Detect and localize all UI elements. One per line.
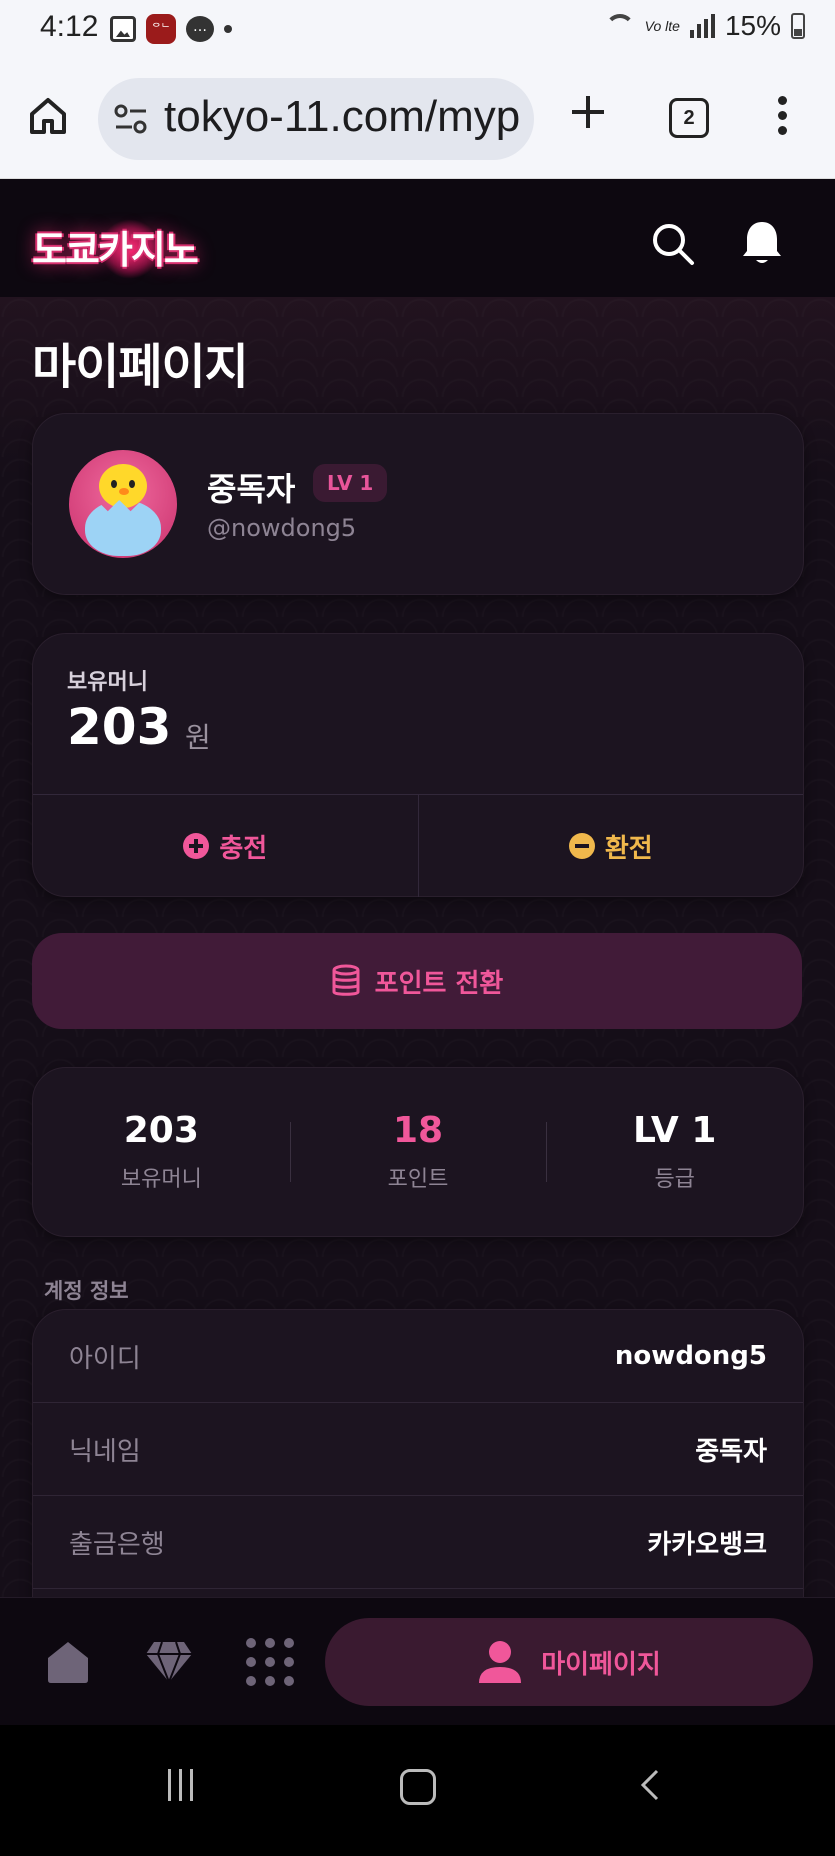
stat-label: 보유머니	[120, 1167, 202, 1192]
balance-label: 보유머니	[67, 670, 148, 695]
nav-mypage-button[interactable]: 마이페이지	[325, 1618, 813, 1706]
balance-actions: 충전 환전	[33, 794, 803, 897]
site-logo[interactable]: 도쿄카지노	[32, 219, 199, 274]
site-header: 도쿄카지노	[0, 179, 835, 297]
info-key: 아이디	[69, 1343, 141, 1374]
deposit-label: 충전	[219, 833, 268, 864]
point-convert-label: 포인트 전환	[374, 968, 504, 999]
info-row-bank: 출금은행 카카오뱅크	[33, 1496, 803, 1589]
recents-icon[interactable]	[168, 1769, 198, 1803]
mypage-content: 마이페이지 중독자 LV 1 @nowdong5 보유머니 203 원 충전 환…	[0, 297, 835, 1651]
stat-label: 포인트	[387, 1167, 449, 1192]
database-icon	[332, 964, 360, 996]
withdraw-button[interactable]: 환전	[417, 795, 804, 897]
battery-icon	[791, 13, 805, 39]
address-bar[interactable]: tokyo-11.com/myp	[98, 78, 534, 160]
info-key: 닉네임	[69, 1436, 141, 1467]
balance-unit: 원	[185, 721, 211, 754]
bell-icon[interactable]	[740, 219, 784, 267]
profile-card: 중독자 LV 1 @nowdong5	[32, 413, 804, 595]
info-row-nickname: 닉네임 중독자	[33, 1403, 803, 1496]
stat-balance: 203 보유머니	[33, 1068, 290, 1236]
egg-icon	[85, 500, 161, 556]
stat-label: 등급	[654, 1167, 695, 1192]
system-status: Vo lte 15%	[604, 10, 805, 42]
android-home-icon[interactable]	[400, 1769, 436, 1805]
plus-circle-icon	[183, 833, 210, 859]
gallery-icon	[110, 16, 136, 42]
person-icon	[479, 1641, 522, 1683]
profile-nickname: 중독자	[207, 470, 296, 508]
info-key: 출금은행	[69, 1529, 165, 1560]
signal-icon	[689, 14, 715, 38]
withdraw-label: 환전	[604, 833, 653, 864]
nav-mypage-label: 마이페이지	[541, 1649, 661, 1680]
back-icon[interactable]	[640, 1769, 660, 1801]
apps-grid-icon[interactable]	[246, 1638, 294, 1686]
stat-value: LV 1	[632, 1110, 717, 1151]
info-value: nowdong5	[614, 1341, 767, 1371]
browser-home-icon[interactable]	[28, 96, 68, 136]
notification-icons: ᄋᄂ …	[110, 14, 232, 44]
balance-amount: 203	[67, 698, 172, 756]
profile-username: @nowdong5	[207, 514, 357, 542]
battery-percent: 15%	[724, 10, 781, 41]
site-info-icon[interactable]	[114, 102, 148, 136]
gem-icon[interactable]	[144, 1640, 194, 1684]
point-convert-button[interactable]: 포인트 전환	[32, 933, 802, 1029]
level-badge: LV 1	[313, 464, 388, 502]
deposit-button[interactable]: 충전	[33, 795, 418, 897]
page-title: 마이페이지	[32, 339, 249, 395]
browser-menu-icon[interactable]	[778, 96, 788, 140]
avatar	[69, 450, 177, 558]
bottom-navigation: 마이페이지	[0, 1597, 835, 1726]
stat-points: 18 포인트	[289, 1068, 547, 1236]
balance-card: 보유머니 203 원 충전 환전	[32, 633, 804, 897]
home-icon[interactable]	[44, 1640, 92, 1684]
status-time: 4:12	[40, 10, 99, 43]
chat-icon: …	[186, 16, 214, 42]
info-value: 카카오뱅크	[647, 1529, 767, 1560]
info-value: 중독자	[695, 1436, 767, 1467]
volte-icon: Vo lte	[644, 18, 680, 34]
new-tab-icon[interactable]	[566, 90, 610, 134]
account-section-label: 계정 정보	[44, 1279, 129, 1303]
browser-toolbar: tokyo-11.com/myp 2	[0, 60, 835, 179]
app-notification-icon: ᄋᄂ	[146, 14, 176, 44]
stat-value: 203	[123, 1110, 199, 1151]
stats-card: 203 보유머니 18 포인트 LV 1 등급	[32, 1067, 804, 1237]
stat-value: 18	[392, 1110, 444, 1151]
android-navigation-bar	[0, 1725, 835, 1856]
wifi-icon	[604, 14, 635, 38]
tab-switcher-button[interactable]: 2	[669, 98, 709, 138]
chick-icon	[99, 464, 147, 508]
search-icon[interactable]	[650, 221, 696, 267]
more-notifications-dot	[224, 25, 232, 33]
info-row-id: 아이디 nowdong5	[33, 1310, 803, 1403]
status-bar: 4:12 ᄋᄂ … Vo lte 15%	[0, 0, 835, 60]
minus-circle-icon	[568, 833, 595, 859]
stat-grade: LV 1 등급	[546, 1068, 803, 1236]
url-text[interactable]: tokyo-11.com/myp	[164, 92, 520, 142]
